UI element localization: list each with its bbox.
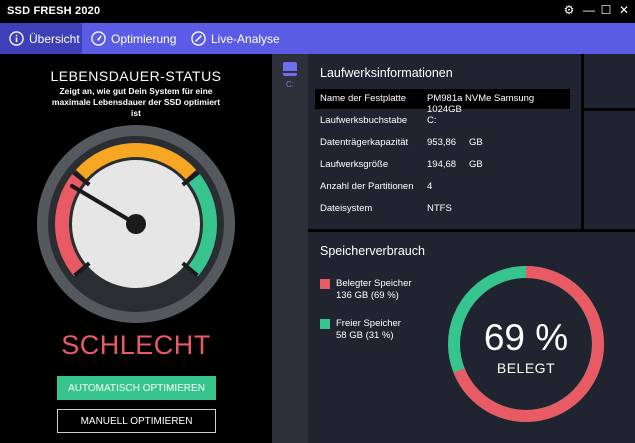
info-key: Name der Festplatte xyxy=(320,93,407,104)
info-key: Laufwerksbuchstabe xyxy=(320,115,408,126)
legend-swatch-used xyxy=(320,279,330,289)
maximize-icon[interactable]: ☐ xyxy=(598,3,614,17)
info-value: 953,86 xyxy=(427,137,457,148)
lifespan-title: LEBENSDAUER-STATUS xyxy=(50,68,222,84)
drive-letter: C: xyxy=(286,80,294,89)
manual-optimize-button[interactable]: MANUELL OPTIMIEREN xyxy=(57,409,216,433)
minimize-icon[interactable]: — xyxy=(581,3,597,17)
info-value: 4 xyxy=(427,181,433,192)
auto-optimize-button[interactable]: AUTOMATISCH OPTIMIEREN xyxy=(57,376,216,400)
side-panel-top xyxy=(584,54,635,108)
gauge-hub xyxy=(126,214,146,234)
info-unit: GB xyxy=(469,137,483,148)
tab-live-analyse[interactable]: Live-Analyse xyxy=(189,23,280,54)
info-value: NTFS xyxy=(427,203,452,214)
legend-free-value: 58 GB (31 %) xyxy=(336,330,394,341)
info-row: Laufwerksbuchstabe C: xyxy=(315,111,570,131)
drive-item-c[interactable]: C: xyxy=(272,54,308,100)
tab-label: Übersicht xyxy=(29,31,80,46)
donut-label: BELEGT xyxy=(496,360,556,376)
pen-icon xyxy=(191,31,206,46)
drive-list: C: xyxy=(272,54,308,443)
tab-label: Optimierung xyxy=(111,31,177,46)
settings-gear-icon[interactable]: ⚙ xyxy=(561,3,577,17)
lifespan-gauge xyxy=(37,125,235,323)
info-key: Datenträgerkapazität xyxy=(320,137,409,148)
nav-bar: Übersicht Optimierung Live-Analyse xyxy=(0,23,635,54)
legend-free-label: Freier Speicher xyxy=(336,318,401,329)
app-title: SSD FRESH 2020 xyxy=(7,5,101,17)
speedometer-icon xyxy=(91,31,106,46)
info-unit: GB xyxy=(469,159,483,170)
info-key: Anzahl der Partitionen xyxy=(320,181,414,192)
title-bar: SSD FRESH 2020 ⚙ — ☐ ✕ xyxy=(0,0,635,23)
lifespan-verdict: SCHLECHT xyxy=(61,330,211,360)
tab-optimierung[interactable]: Optimierung xyxy=(89,23,176,54)
storage-usage-panel: Speicherverbrauch Belegter Speicher 136 … xyxy=(308,232,635,443)
tab-label: Live-Analyse xyxy=(211,31,280,46)
lifespan-panel: LEBENSDAUER-STATUS Zeigt an, wie gut Dei… xyxy=(0,54,272,443)
info-value: C: xyxy=(427,115,437,126)
legend-used-value: 136 GB (69 %) xyxy=(336,290,399,301)
drive-info-panel: Laufwerksinformationen Name der Festplat… xyxy=(308,54,581,229)
tab-uebersicht[interactable]: Übersicht xyxy=(0,23,82,54)
legend-used-label: Belegter Speicher xyxy=(336,278,412,289)
info-icon xyxy=(9,31,24,46)
info-value: 194,68 xyxy=(427,159,457,170)
info-row: Dateisystem NTFS xyxy=(315,199,570,219)
drive-info-title: Laufwerksinformationen xyxy=(320,66,453,80)
close-icon[interactable]: ✕ xyxy=(616,3,632,17)
storage-usage-title: Speicherverbrauch xyxy=(320,244,425,258)
info-row: Name der Festplatte PM981a NVMe Samsung … xyxy=(315,89,570,115)
info-row: Laufwerksgröße 194,68 GB xyxy=(315,155,570,175)
legend-swatch-free xyxy=(320,319,330,329)
donut-percent: 69 % xyxy=(483,317,569,358)
info-key: Dateisystem xyxy=(320,203,373,214)
info-row: Datenträgerkapazität 953,86 GB xyxy=(315,133,570,153)
info-key: Laufwerksgröße xyxy=(320,159,389,170)
side-panel-bottom xyxy=(584,111,635,229)
lifespan-subtitle: Zeigt an, wie gut Dein System für eine m… xyxy=(51,86,221,118)
drive-icon xyxy=(283,62,297,76)
info-row: Anzahl der Partitionen 4 xyxy=(315,177,570,197)
